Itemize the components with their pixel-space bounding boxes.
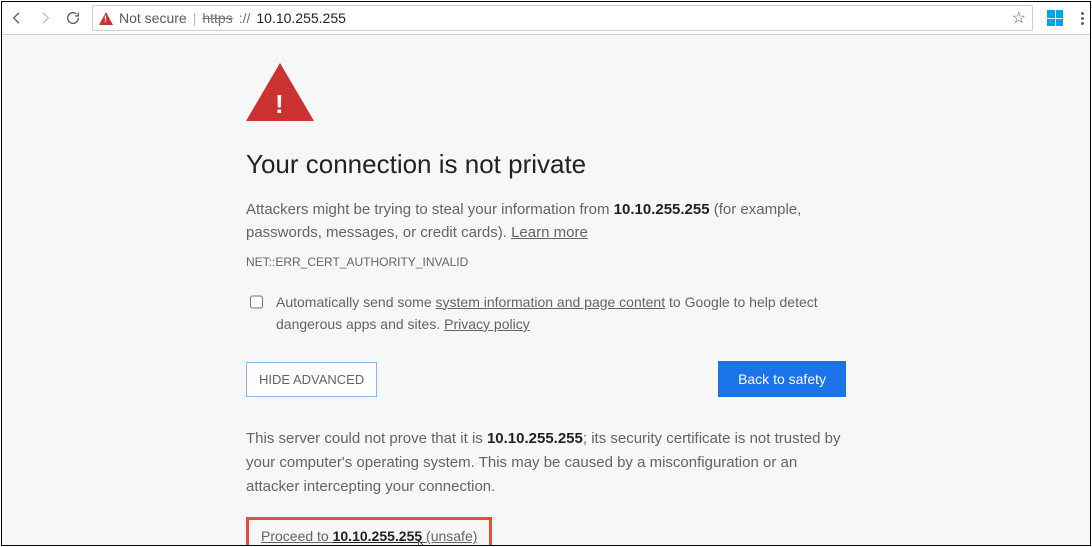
page-title: Your connection is not private [246,149,846,180]
warn-text-pre: Attackers might be trying to steal your … [246,201,614,218]
detail-host: 10.10.255.255 [487,430,583,447]
browser-toolbar: Not secure | https :// 10.10.255.255 ☆ [2,2,1090,35]
windows-icon[interactable] [1047,10,1063,26]
proceed-pre: Proceed to [261,528,333,544]
page-content: ! Your connection is not private Attacke… [2,35,1090,545]
proceed-host: 10.10.255.255 [333,528,423,544]
back-to-safety-button[interactable]: Back to safety [718,361,846,397]
opt-in-row: Automatically send some system informati… [246,291,846,336]
opt-in-checkbox[interactable] [250,294,263,310]
system-info-link[interactable]: system information and page content [436,294,666,310]
hide-advanced-button[interactable]: HIDE ADVANCED [246,362,377,397]
privacy-policy-link[interactable]: Privacy policy [444,316,530,332]
proceed-unsafe-link[interactable]: Proceed to 10.10.255.255 (unsafe) [261,528,477,544]
url-scheme-sep: :// [239,10,251,26]
address-bar[interactable]: Not secure | https :// 10.10.255.255 ☆ [92,5,1033,31]
security-status-label: Not secure [119,10,187,26]
opt-pre: Automatically send some [276,294,436,310]
learn-more-link[interactable]: Learn more [511,224,588,241]
back-button[interactable] [8,9,26,27]
url-scheme: https [202,10,232,26]
detail-pre: This server could not prove that it is [246,430,487,447]
bookmark-star-icon[interactable]: ☆ [1012,8,1026,28]
security-warning-icon [99,12,113,25]
reload-button[interactable] [64,9,82,27]
browser-menu-button[interactable] [1081,12,1084,25]
proceed-highlight-box: Proceed to 10.10.255.255 (unsafe) [246,517,492,545]
warn-host: 10.10.255.255 [614,201,710,218]
url-host: 10.10.255.255 [256,10,346,26]
detail-paragraph: This server could not prove that it is 1… [246,427,846,499]
separator: | [193,10,197,26]
button-row: HIDE ADVANCED Back to safety [246,361,846,397]
proceed-post: (unsafe) [422,528,477,544]
forward-button[interactable] [36,9,54,27]
warning-paragraph: Attackers might be trying to steal your … [246,198,846,245]
error-code: NET::ERR_CERT_AUTHORITY_INVALID [246,255,846,269]
warning-triangle-icon: ! [246,63,314,121]
